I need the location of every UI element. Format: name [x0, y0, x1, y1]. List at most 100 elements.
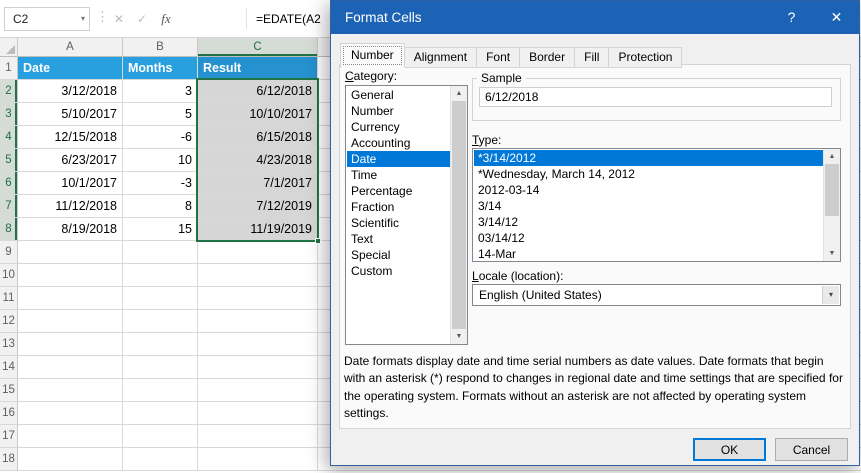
cell-B5[interactable]: 10: [123, 149, 198, 172]
scroll-up-icon[interactable]: ▲: [824, 149, 840, 164]
row-header-1[interactable]: 1: [0, 57, 18, 80]
cell-C6[interactable]: 7/1/2017: [198, 172, 318, 195]
row-header-8[interactable]: 8: [0, 218, 18, 241]
cell-B16[interactable]: [123, 402, 198, 425]
cell-A7[interactable]: 11/12/2018: [18, 195, 123, 218]
type-item[interactable]: 14-Mar: [474, 246, 823, 260]
cell-C1[interactable]: Result: [198, 57, 318, 80]
category-item[interactable]: Custom: [347, 263, 450, 279]
type-item[interactable]: 03/14/12: [474, 230, 823, 246]
cell-C5[interactable]: 4/23/2018: [198, 149, 318, 172]
cell-A1[interactable]: Date: [18, 57, 123, 80]
category-item[interactable]: Special: [347, 247, 450, 263]
category-listbox[interactable]: General Number Currency Accounting Date Time P…: [345, 85, 468, 345]
cell-A17[interactable]: [18, 425, 123, 448]
scroll-down-icon[interactable]: ▼: [451, 329, 467, 344]
row-header-13[interactable]: 13: [0, 333, 18, 356]
column-header-C[interactable]: C: [198, 38, 318, 57]
category-item[interactable]: Time: [347, 167, 450, 183]
cell-C17[interactable]: [198, 425, 318, 448]
category-item[interactable]: Currency: [347, 119, 450, 135]
cell-A8[interactable]: 8/19/2018: [18, 218, 123, 241]
cell-A5[interactable]: 6/23/2017: [18, 149, 123, 172]
type-scrollbar-thumb[interactable]: [825, 164, 839, 216]
select-all-button[interactable]: [0, 38, 18, 57]
cell-B7[interactable]: 8: [123, 195, 198, 218]
cell-B10[interactable]: [123, 264, 198, 287]
cell-B17[interactable]: [123, 425, 198, 448]
row-header-9[interactable]: 9: [0, 241, 18, 264]
category-item[interactable]: Fraction: [347, 199, 450, 215]
cell-C14[interactable]: [198, 356, 318, 379]
tab-fill[interactable]: Fill: [574, 47, 610, 68]
cell-C18[interactable]: [198, 448, 318, 471]
category-scrollbar-thumb[interactable]: [452, 101, 466, 329]
close-button[interactable]: ✕: [814, 1, 859, 34]
cell-A11[interactable]: [18, 287, 123, 310]
type-item[interactable]: *3/14/2012: [474, 150, 823, 166]
cell-C8[interactable]: 11/19/2019: [198, 218, 318, 241]
name-box[interactable]: C2 ▾: [4, 7, 90, 31]
category-item[interactable]: General: [347, 87, 450, 103]
type-item[interactable]: *Wednesday, March 14, 2012: [474, 166, 823, 182]
ok-button[interactable]: OK: [693, 438, 766, 461]
row-header-5[interactable]: 5: [0, 149, 18, 172]
row-header-4[interactable]: 4: [0, 126, 18, 149]
cell-B6[interactable]: -3: [123, 172, 198, 195]
cell-B11[interactable]: [123, 287, 198, 310]
row-header-15[interactable]: 15: [0, 379, 18, 402]
tab-protection[interactable]: Protection: [608, 47, 683, 68]
cell-A16[interactable]: [18, 402, 123, 425]
type-item[interactable]: 3/14/12: [474, 214, 823, 230]
cell-C12[interactable]: [198, 310, 318, 333]
row-header-10[interactable]: 10: [0, 264, 18, 287]
cell-A3[interactable]: 5/10/2017: [18, 103, 123, 126]
cell-B2[interactable]: 3: [123, 80, 198, 103]
cell-A14[interactable]: [18, 356, 123, 379]
category-item[interactable]: Date: [347, 151, 450, 167]
scroll-down-icon[interactable]: ▼: [824, 246, 840, 261]
cell-B8[interactable]: 15: [123, 218, 198, 241]
category-scrollbar[interactable]: ▲ ▼: [450, 86, 467, 344]
cell-B18[interactable]: [123, 448, 198, 471]
cell-B13[interactable]: [123, 333, 198, 356]
category-item[interactable]: Percentage: [347, 183, 450, 199]
row-header-18[interactable]: 18: [0, 448, 18, 471]
column-header-A[interactable]: A: [18, 38, 123, 57]
cell-C15[interactable]: [198, 379, 318, 402]
cell-C2[interactable]: 6/12/2018: [198, 80, 318, 103]
cell-A10[interactable]: [18, 264, 123, 287]
cell-A9[interactable]: [18, 241, 123, 264]
dialog-titlebar[interactable]: Format Cells ? ✕: [331, 1, 859, 34]
cell-B4[interactable]: -6: [123, 126, 198, 149]
cell-B14[interactable]: [123, 356, 198, 379]
tab-font[interactable]: Font: [476, 47, 521, 68]
cancel-entry-button[interactable]: ✕: [108, 7, 130, 31]
type-item[interactable]: 3/14: [474, 198, 823, 214]
row-header-3[interactable]: 3: [0, 103, 18, 126]
type-listbox[interactable]: *3/14/2012 *Wednesday, March 14, 2012 2012…: [472, 148, 841, 262]
row-header-17[interactable]: 17: [0, 425, 18, 448]
column-header-B[interactable]: B: [123, 38, 198, 57]
cell-C10[interactable]: [198, 264, 318, 287]
type-scrollbar[interactable]: ▲ ▼: [823, 149, 840, 261]
category-item[interactable]: Text: [347, 231, 450, 247]
cell-C16[interactable]: [198, 402, 318, 425]
cell-A13[interactable]: [18, 333, 123, 356]
category-item[interactable]: Accounting: [347, 135, 450, 151]
tab-border[interactable]: Border: [519, 47, 576, 68]
row-header-16[interactable]: 16: [0, 402, 18, 425]
tab-number[interactable]: Number: [340, 43, 405, 68]
tab-alignment[interactable]: Alignment: [403, 47, 478, 68]
locale-combobox[interactable]: English (United States) ▾: [472, 284, 841, 306]
help-button[interactable]: ?: [769, 1, 814, 34]
confirm-entry-button[interactable]: ✓: [131, 7, 153, 31]
cell-A18[interactable]: [18, 448, 123, 471]
cell-A6[interactable]: 10/1/2017: [18, 172, 123, 195]
name-box-dropdown-icon[interactable]: ▾: [81, 8, 85, 30]
row-header-12[interactable]: 12: [0, 310, 18, 333]
cell-C11[interactable]: [198, 287, 318, 310]
scroll-up-icon[interactable]: ▲: [451, 86, 467, 101]
cell-C13[interactable]: [198, 333, 318, 356]
row-header-2[interactable]: 2: [0, 80, 18, 103]
